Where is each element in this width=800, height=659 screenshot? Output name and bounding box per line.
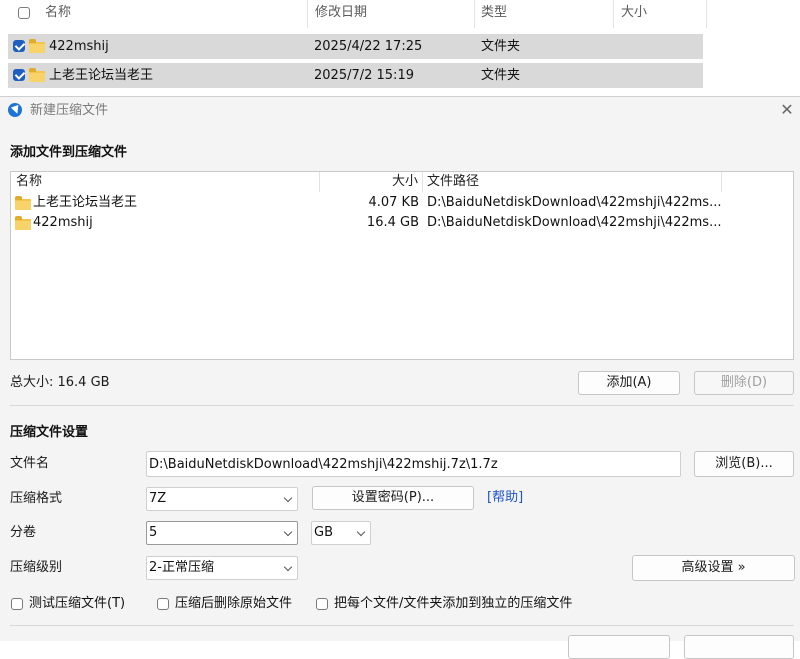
add-button[interactable]: 添加(A): [578, 371, 680, 395]
item-size: 16.4 GB: [366, 215, 419, 230]
level-select-value: 2-正常压缩: [149, 560, 214, 575]
close-icon[interactable]: ✕: [776, 99, 798, 121]
chevron-down-icon: [356, 527, 366, 537]
separate-archives-label: 把每个文件/文件夹添加到独立的压缩文件: [334, 596, 573, 611]
row-checkbox[interactable]: [13, 69, 25, 81]
column-size-header[interactable]: 大小: [621, 0, 647, 28]
chevron-down-icon: [283, 493, 293, 503]
file-name: 上老王论坛当老王: [49, 68, 154, 83]
test-archive-label: 测试压缩文件(T): [29, 596, 126, 611]
delete-after-label: 压缩后删除原始文件: [175, 596, 293, 611]
split-size-value: 5: [149, 525, 158, 540]
folder-icon: [29, 39, 45, 53]
format-label: 压缩格式: [10, 491, 63, 506]
set-password-button[interactable]: 设置密码(P)...: [312, 486, 474, 510]
filename-label: 文件名: [10, 456, 50, 471]
item-path: D:\BaiduNetdiskDownload\422mshji\422ms..…: [427, 215, 722, 230]
dialog-titlebar[interactable]: 新建压缩文件 ✕: [0, 97, 800, 125]
split-unit-select[interactable]: GB: [311, 521, 371, 545]
explorer-file-list: 名称 ^ 修改日期 类型 大小 422mshij 2025/4/22 17:25…: [0, 0, 800, 98]
dialog-title: 新建压缩文件: [30, 103, 109, 118]
list-column-path[interactable]: 文件路径: [427, 172, 479, 192]
test-archive-checkbox[interactable]: [11, 598, 23, 610]
file-row[interactable]: 422mshij 2025/4/22 17:25 文件夹: [8, 34, 703, 59]
footer-button-partial[interactable]: [568, 635, 670, 659]
explorer-column-header: 名称 ^ 修改日期 类型 大小: [0, 0, 800, 28]
app-logo-icon: [8, 103, 22, 117]
item-path: D:\BaiduNetdiskDownload\422mshji\422ms..…: [427, 195, 722, 210]
new-archive-dialog: 新建压缩文件 ✕ 添加文件到压缩文件 名称 大小 文件路径 上老王论坛当老王 4…: [0, 96, 800, 659]
file-type: 文件夹: [481, 39, 521, 54]
advanced-settings-button[interactable]: 高级设置 »: [632, 555, 795, 581]
separate-archives-checkbox[interactable]: [316, 598, 328, 610]
column-name-header[interactable]: 名称: [45, 0, 71, 28]
archive-settings-section-title: 压缩文件设置: [10, 425, 89, 440]
format-select-value: 7Z: [149, 491, 167, 506]
level-label: 压缩级别: [10, 560, 63, 575]
delete-after-checkbox[interactable]: [157, 598, 169, 610]
chevron-down-icon: [283, 527, 293, 537]
file-name: 422mshij: [49, 39, 109, 54]
sort-up-icon: ^: [158, 0, 168, 8]
section-divider: [10, 405, 794, 406]
column-modified-header[interactable]: 修改日期: [315, 0, 367, 28]
list-column-size[interactable]: 大小: [392, 172, 418, 192]
column-divider[interactable]: [721, 172, 722, 192]
separate-archives-option[interactable]: 把每个文件/文件夹添加到独立的压缩文件: [316, 594, 586, 614]
folder-icon: [29, 68, 45, 82]
file-list-header: 名称 大小 文件路径: [11, 172, 793, 192]
list-item[interactable]: 422mshij 16.4 GB D:\BaiduNetdiskDownload…: [11, 213, 793, 233]
format-select[interactable]: 7Z: [146, 487, 298, 511]
column-divider[interactable]: [706, 0, 707, 28]
split-label: 分卷: [10, 525, 37, 540]
column-divider[interactable]: [319, 172, 320, 192]
footer-divider: [10, 625, 794, 626]
item-size: 4.07 KB: [368, 195, 419, 210]
file-modified: 2025/4/22 17:25: [314, 39, 423, 54]
file-modified: 2025/7/2 15:19: [314, 68, 414, 83]
delete-after-option[interactable]: 压缩后删除原始文件: [157, 594, 307, 614]
item-name: 422mshij: [33, 215, 93, 230]
column-divider[interactable]: [422, 172, 423, 192]
column-divider[interactable]: [474, 0, 475, 28]
list-item[interactable]: 上老王论坛当老王 4.07 KB D:\BaiduNetdiskDownload…: [11, 193, 793, 213]
browse-button[interactable]: 浏览(B)...: [694, 451, 794, 477]
select-all-checkbox[interactable]: [18, 7, 30, 19]
file-type: 文件夹: [481, 68, 521, 83]
column-type-header[interactable]: 类型: [481, 0, 507, 28]
item-name: 上老王论坛当老王: [33, 195, 138, 210]
column-divider[interactable]: [613, 0, 614, 28]
level-select[interactable]: 2-正常压缩: [146, 556, 298, 580]
list-column-name[interactable]: 名称: [16, 172, 42, 192]
chevron-down-icon: [283, 562, 293, 572]
delete-button[interactable]: 删除(D): [694, 371, 794, 395]
test-archive-option[interactable]: 测试压缩文件(T): [11, 594, 141, 614]
split-size-combo[interactable]: 5: [146, 521, 298, 545]
add-files-section-title: 添加文件到压缩文件: [10, 145, 128, 160]
column-divider[interactable]: [307, 0, 308, 28]
filename-input[interactable]: [146, 451, 681, 477]
row-checkbox[interactable]: [13, 40, 25, 52]
split-unit-value: GB: [314, 525, 333, 540]
folder-icon: [15, 196, 31, 210]
help-link[interactable]: [帮助]: [487, 486, 523, 510]
archive-file-list[interactable]: 名称 大小 文件路径 上老王论坛当老王 4.07 KB D:\BaiduNetd…: [10, 171, 794, 360]
folder-icon: [15, 216, 31, 230]
footer-button-partial[interactable]: [684, 635, 794, 659]
file-row[interactable]: 上老王论坛当老王 2025/7/2 15:19 文件夹: [8, 63, 703, 88]
total-size-label: 总大小: 16.4 GB: [10, 375, 110, 390]
